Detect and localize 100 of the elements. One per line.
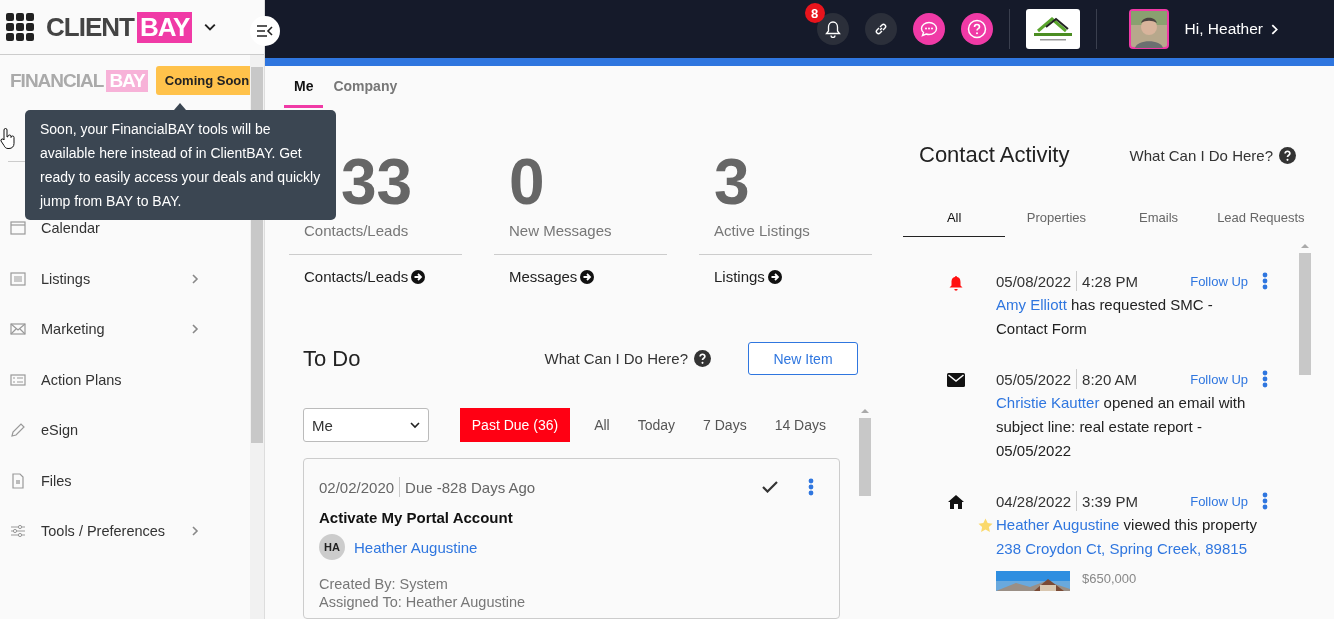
created-by: Created By: System xyxy=(319,576,449,592)
contact-initials: HA xyxy=(319,534,345,560)
chat-icon xyxy=(919,21,938,37)
house-icon xyxy=(947,495,964,509)
contact-link[interactable]: Christie Kautter xyxy=(996,394,1100,411)
assignee-select[interactable]: Me xyxy=(303,408,429,442)
follow-up-link[interactable]: Follow Up xyxy=(1190,371,1248,387)
menu-item[interactable]: Listings xyxy=(0,253,250,304)
file-icon xyxy=(10,472,26,489)
activity-tab[interactable]: Properties xyxy=(1005,200,1108,237)
tooltip-pointer xyxy=(174,103,186,110)
filter-tab[interactable]: Past Due (36) xyxy=(459,408,571,442)
contact-link[interactable]: Amy Elliott xyxy=(996,296,1067,313)
arrow-right-icon xyxy=(767,269,782,284)
bell-icon xyxy=(947,275,964,291)
sliders-icon xyxy=(10,523,26,540)
activity-text: Heather Augustine viewed this property 238 Croydon Ct, Spring Creek, 89815 xyxy=(996,513,1268,561)
envelope-icon xyxy=(10,321,26,338)
chevron-right-icon xyxy=(190,526,200,537)
link-button[interactable] xyxy=(864,13,897,45)
filter-tab[interactable]: 7 Days xyxy=(689,408,761,442)
arrow-right-icon xyxy=(411,269,426,284)
view-tab[interactable]: Me xyxy=(284,66,324,108)
help-link[interactable]: What Can I Do Here? xyxy=(1129,146,1296,164)
filter-tab[interactable]: All xyxy=(580,408,624,442)
menu-item[interactable]: eSign xyxy=(0,405,250,456)
activity-tab[interactable]: Lead Requests xyxy=(1209,200,1312,237)
notifications-button[interactable] xyxy=(816,13,849,45)
chevron-right-icon xyxy=(190,273,200,284)
more-options-icon[interactable] xyxy=(1262,272,1268,290)
assigned-to: Assigned To: Heather Augustine xyxy=(319,594,527,610)
filter-tab[interactable]: Today xyxy=(623,408,690,442)
collapse-icon xyxy=(257,25,273,37)
activity-date: 05/08/2022 xyxy=(996,272,1072,290)
activity-time: 3:39 PM xyxy=(1082,492,1138,510)
activity-tab[interactable]: All xyxy=(903,200,1006,237)
tooltip: Soon, your FinancialBAY tools will be available here instead of in ClientBAY. Get ready to easily access your deals and quickly jump from BAY to BAY. xyxy=(25,110,336,220)
help-link[interactable]: What Can I Do Here? xyxy=(544,350,711,367)
user-menu[interactable]: Hi, Heather xyxy=(1184,20,1280,38)
checklist-icon xyxy=(10,371,26,388)
price: $650,000 xyxy=(1082,571,1137,588)
help-icon[interactable] xyxy=(1279,146,1296,164)
stat-value: 0 xyxy=(509,152,545,212)
activity-date: 05/05/2022 xyxy=(996,370,1072,388)
contact-link[interactable]: Heather Augustine xyxy=(354,538,478,556)
arrow-right-icon xyxy=(580,269,595,284)
activity-time: 4:28 PM xyxy=(1082,272,1138,290)
filter-tab[interactable]: 14 Days xyxy=(760,408,840,442)
stat-link[interactable]: Messages xyxy=(494,255,667,285)
help-icon xyxy=(966,19,987,39)
stat-label: Contacts/Leads xyxy=(289,212,462,255)
section-title: Contact Activity xyxy=(919,142,1071,168)
chevron-right-icon xyxy=(190,324,200,335)
help-icon[interactable] xyxy=(694,350,711,367)
contact-link[interactable]: Heather Augustine xyxy=(996,516,1120,533)
link-icon xyxy=(873,22,888,36)
calendar-icon xyxy=(10,220,26,237)
list-icon xyxy=(10,270,26,287)
bell-icon xyxy=(824,20,841,38)
activity-tab[interactable]: Emails xyxy=(1107,200,1210,237)
avatar[interactable] xyxy=(1128,9,1169,49)
menu-item[interactable]: Action Plans xyxy=(0,354,250,405)
stat-value: 33 xyxy=(341,152,413,212)
financialbay-logo: FINANCIAL BAY xyxy=(10,69,148,92)
todo-due: Due -828 Days Ago xyxy=(405,478,537,496)
more-options-icon[interactable] xyxy=(808,478,814,496)
menu-item[interactable]: Tools / Preferences xyxy=(0,506,250,557)
activity-date: 04/28/2022 xyxy=(996,492,1072,510)
more-options-icon[interactable] xyxy=(1262,492,1268,510)
apps-grid-icon[interactable] xyxy=(6,13,34,41)
chevron-down-icon xyxy=(204,21,217,33)
help-button[interactable] xyxy=(960,13,993,45)
chevron-down-icon xyxy=(409,420,420,430)
chat-button[interactable] xyxy=(912,13,945,45)
contact-link[interactable]: 238 Croydon Ct, Spring Creek, 89815 xyxy=(996,540,1247,557)
company-logo xyxy=(1025,9,1080,49)
pen-icon xyxy=(10,422,26,439)
star-icon[interactable] xyxy=(978,518,993,533)
follow-up-link[interactable]: Follow Up xyxy=(1190,273,1248,289)
notification-count: 8 xyxy=(804,3,825,23)
menu-item[interactable]: Files xyxy=(0,455,250,506)
follow-up-link[interactable]: Follow Up xyxy=(1190,493,1248,509)
checkmark-icon[interactable] xyxy=(762,481,778,493)
stat-label: New Messages xyxy=(494,212,667,255)
stat-value: 3 xyxy=(714,152,750,212)
stat-link[interactable]: Contacts/Leads xyxy=(289,255,462,285)
stat-label: Active Listings xyxy=(699,212,872,255)
activity-time: 8:20 AM xyxy=(1082,370,1138,388)
envelope-icon xyxy=(946,373,965,387)
activity-text: Christie Kautter opened an email with subject line: real estate report - 05/05/2022 xyxy=(996,393,1247,461)
more-options-icon[interactable] xyxy=(1262,370,1268,388)
menu-item[interactable]: Marketing xyxy=(0,304,250,355)
todo-date: 02/02/2020 xyxy=(319,478,395,496)
todo-title: Activate My Portal Account xyxy=(319,509,514,526)
activity-text: Amy Elliott has requested SMC - Contact Form xyxy=(996,295,1214,339)
stat-link[interactable]: Listings xyxy=(699,255,872,285)
view-tab[interactable]: Company xyxy=(323,66,408,108)
chevron-right-icon xyxy=(1269,23,1280,35)
clientbay-logo: CLIENT BAY xyxy=(46,11,193,43)
new-item-button[interactable]: New Item xyxy=(748,342,858,375)
